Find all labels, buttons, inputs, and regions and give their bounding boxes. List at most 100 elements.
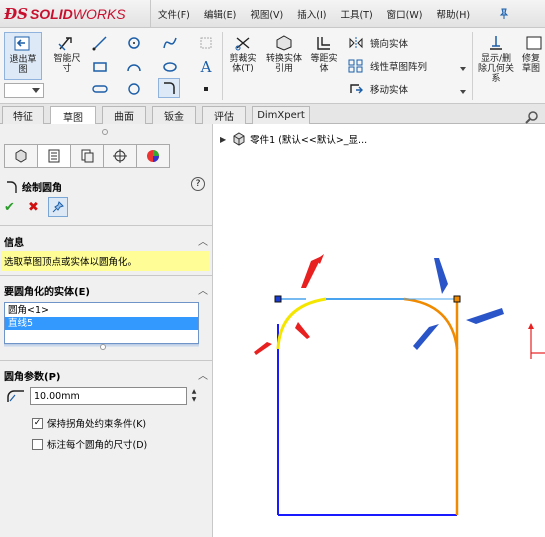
move-dropdown-icon[interactable] <box>458 83 468 101</box>
tab-evaluate[interactable]: 评估 <box>202 106 246 124</box>
help-icon[interactable]: ? <box>191 177 205 191</box>
info-group-header[interactable]: 信息 <box>4 234 24 249</box>
property-icon <box>48 149 60 163</box>
red-arrow-icon <box>254 342 272 355</box>
entities-to-fillet-list[interactable]: 圆角<1> 直线5 <box>4 302 199 344</box>
smart-dimension-button[interactable]: 智能尺寸 <box>48 32 86 74</box>
offset-icon <box>312 32 336 54</box>
smart-dimension-label: 智能尺寸 <box>53 54 81 74</box>
menu-edit[interactable]: 编辑(E) <box>197 7 243 21</box>
sketch-fillet-title-icon <box>7 180 17 193</box>
polygon-tool-icon[interactable] <box>124 80 144 98</box>
red-arrow-icon <box>301 254 324 288</box>
tab-sheet-metal[interactable]: 钣金 <box>152 106 196 124</box>
pattern-dropdown-icon[interactable] <box>458 60 468 78</box>
dimension-each-option[interactable]: 标注每个圆角的尺寸(D) <box>32 437 147 451</box>
list-item[interactable]: 圆角<1> <box>5 304 198 317</box>
fillet-radius-input[interactable]: 10.00mm <box>30 387 187 405</box>
fillet-arc-right[interactable] <box>403 297 459 350</box>
pin-menu-icon[interactable] <box>493 4 515 24</box>
repair-label: 修复草图 <box>522 54 541 74</box>
display-delete-relations-button[interactable]: 显示/删除几何关系 <box>476 32 516 84</box>
dimxpert-manager-tab[interactable] <box>103 144 137 168</box>
repair-sketch-button[interactable]: 修复草图 <box>518 32 545 74</box>
entities-collapse-icon[interactable]: ︿ <box>198 282 208 297</box>
manager-tabs <box>4 144 170 168</box>
rect-tool-icon[interactable] <box>90 58 110 76</box>
tab-sketch[interactable]: 草图 <box>50 106 96 125</box>
vertex-top-left[interactable] <box>274 295 282 303</box>
linear-pattern-label: 线性草图阵列 <box>370 62 428 73</box>
linear-pattern-icon <box>348 59 363 73</box>
params-collapse-icon[interactable]: ︿ <box>198 367 208 382</box>
mirror-icon <box>349 37 363 49</box>
solidworks-logo: ƉS SOLID WORKS <box>4 4 126 24</box>
fillet-radius-icon <box>6 389 26 406</box>
plane-tool-icon[interactable] <box>196 34 216 52</box>
spline-tool-icon[interactable] <box>160 34 180 52</box>
linear-pattern-button[interactable]: 线性草图阵列 <box>348 59 427 73</box>
mirror-entities-button[interactable]: 镜向实体 <box>348 36 408 50</box>
sketch-canvas[interactable] <box>214 124 545 537</box>
fillet-arc-left[interactable] <box>276 297 327 350</box>
info-message: 选取草图顶点或实体以圆角化。 <box>2 251 210 271</box>
panel-title: 绘制圆角 <box>6 179 62 194</box>
blue-arrow-icon <box>466 308 504 324</box>
info-collapse-icon[interactable]: ︿ <box>198 233 208 248</box>
menu-bar: 文件(F) 编辑(E) 视图(V) 插入(I) 工具(T) 窗口(W) 帮助(H… <box>150 0 477 28</box>
slot-tool-icon[interactable] <box>90 80 110 98</box>
crosshair-icon <box>113 149 127 163</box>
sketch-fillet-icon[interactable] <box>158 78 180 98</box>
keep-constraint-checkbox[interactable]: ✓ <box>32 417 43 429</box>
ds-logo-icon: ƉS <box>4 5 28 23</box>
entities-group-header[interactable]: 要圆角化的实体(E) <box>4 283 90 298</box>
menu-help[interactable]: 帮助(H) <box>429 7 477 21</box>
pushpin-icon <box>52 201 64 213</box>
convert-label: 转换实体引用 <box>266 54 303 74</box>
menu-view[interactable]: 视图(V) <box>243 7 290 21</box>
trim-icon <box>231 32 255 54</box>
ellipse-tool-icon[interactable] <box>160 58 180 76</box>
cancel-button[interactable]: ✖ <box>28 200 39 215</box>
tab-dimxpert[interactable]: DimXpert <box>252 106 310 124</box>
tab-features[interactable]: 特征 <box>2 106 44 124</box>
keep-constraint-option[interactable]: ✓ 保持拐角处约束条件(K) <box>32 416 146 430</box>
line-tool-icon[interactable] <box>90 34 110 52</box>
sketch-dropdown[interactable] <box>4 83 44 98</box>
text-tool-icon[interactable]: A <box>196 58 216 76</box>
panel-grip-handle[interactable] <box>102 129 108 135</box>
menu-insert[interactable]: 插入(I) <box>290 7 333 21</box>
ok-button[interactable]: ✔ <box>4 200 15 215</box>
keep-visible-pin-button[interactable] <box>48 197 68 217</box>
offset-entities-button[interactable]: 等距实体 <box>306 32 342 74</box>
menu-file[interactable]: 文件(F) <box>151 7 197 21</box>
trim-entities-button[interactable]: 剪裁实体(T) <box>226 32 260 74</box>
convert-entities-button[interactable]: 转换实体引用 <box>264 32 304 74</box>
list-item-selected[interactable]: 直线5 <box>5 317 198 330</box>
rectangle-tool-icon[interactable] <box>124 34 144 52</box>
menu-window[interactable]: 窗口(W) <box>380 7 430 21</box>
mirror-label: 镜向实体 <box>370 39 409 50</box>
spin-down-icon[interactable]: ▼ <box>192 396 197 404</box>
radius-spinner[interactable]: ▲ ▼ <box>188 387 200 405</box>
tab-surfaces[interactable]: 曲面 <box>102 106 146 124</box>
menu-tools[interactable]: 工具(T) <box>333 7 379 21</box>
arc-tool-icon[interactable] <box>124 58 144 76</box>
feature-manager-tab[interactable] <box>4 144 38 168</box>
logo-works-text: WORKS <box>72 6 126 22</box>
point-tool-icon[interactable] <box>196 80 216 98</box>
configuration-icon <box>81 149 94 163</box>
display-manager-tab[interactable] <box>136 144 170 168</box>
ribbon-separator <box>472 32 473 100</box>
spin-up-icon[interactable]: ▲ <box>192 388 197 396</box>
move-entities-button[interactable]: 移动实体 <box>348 82 408 96</box>
dimension-each-checkbox[interactable] <box>32 438 43 450</box>
ribbon-separator <box>222 32 223 100</box>
configuration-manager-tab[interactable] <box>70 144 104 168</box>
vertex-top-right[interactable] <box>453 295 461 303</box>
property-manager-tab[interactable] <box>37 144 71 168</box>
blue-arrow-icon <box>413 324 439 350</box>
fillet-params-header[interactable]: 圆角参数(P) <box>4 368 60 383</box>
list-resize-handle[interactable] <box>100 344 106 350</box>
exit-sketch-button[interactable]: 退出草图 <box>4 32 42 80</box>
